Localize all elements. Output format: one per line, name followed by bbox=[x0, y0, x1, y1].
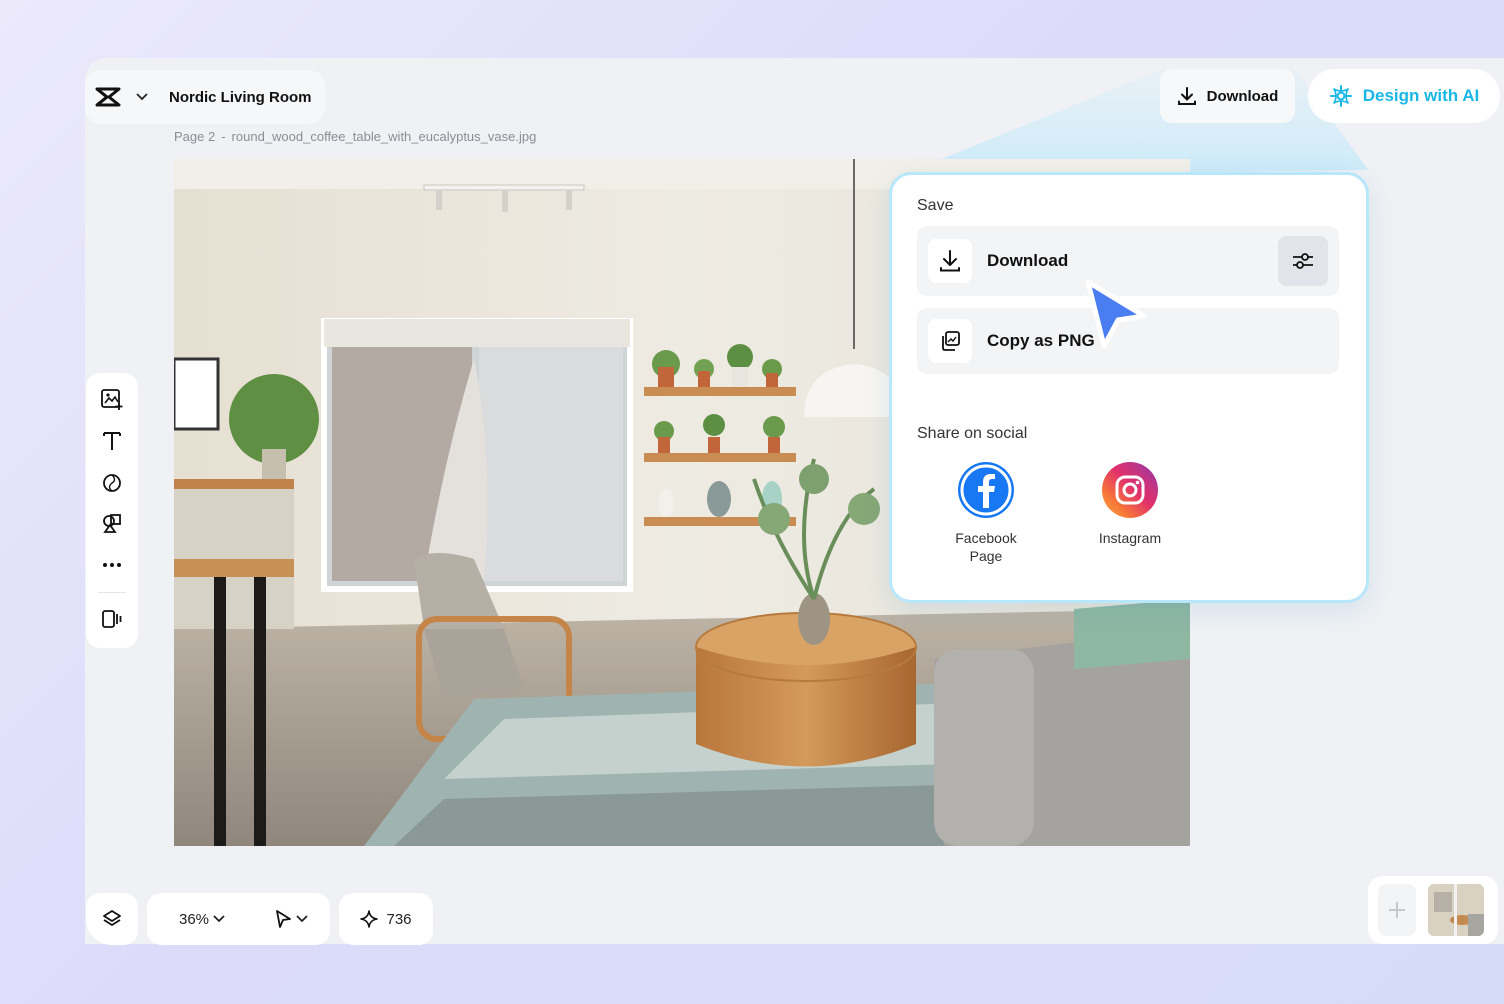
page-separator: - bbox=[221, 129, 226, 144]
pages-panel bbox=[1368, 876, 1498, 944]
document-title[interactable]: Nordic Living Room bbox=[169, 89, 312, 106]
download-button-label: Download bbox=[1206, 87, 1279, 105]
zoom-controls: 36% bbox=[147, 893, 330, 945]
layers-icon bbox=[103, 910, 121, 926]
toolbar-divider bbox=[98, 591, 126, 593]
pointer-tool-dropdown[interactable] bbox=[274, 909, 308, 929]
sliders-icon bbox=[1293, 253, 1313, 269]
page-label: Page 2- round_wood_coffee_table_with_euca… bbox=[174, 129, 536, 144]
document-title-pill[interactable]: Nordic Living Room bbox=[85, 70, 325, 124]
design-with-ai-button[interactable]: Design with AI bbox=[1308, 69, 1500, 123]
download-settings-button[interactable] bbox=[1278, 236, 1328, 286]
ai-sparkle-icon bbox=[1329, 85, 1352, 107]
copy-as-png-label: Copy as PNG bbox=[987, 331, 1095, 350]
page-number: Page 2 bbox=[174, 129, 216, 144]
more-icon[interactable] bbox=[99, 552, 125, 576]
sparkle-icon bbox=[360, 910, 379, 928]
copy-image-icon bbox=[928, 319, 972, 363]
elements-icon[interactable] bbox=[99, 511, 125, 535]
share-popover: Save Download Copy as PNG Share on socia… bbox=[889, 172, 1369, 603]
instagram-icon bbox=[1102, 462, 1158, 518]
add-image-icon[interactable] bbox=[99, 387, 125, 411]
plus-icon bbox=[1389, 902, 1405, 918]
download-option-label: Download bbox=[987, 251, 1069, 270]
page-file-name: round_wood_coffee_table_with_eucalyptus_… bbox=[231, 129, 537, 144]
share-facebook-button[interactable]: Facebook Page bbox=[936, 462, 1036, 565]
chevron-down-icon bbox=[213, 915, 225, 923]
chevron-down-icon bbox=[296, 915, 308, 923]
mouse-cursor-icon bbox=[1085, 279, 1147, 349]
page-thumbnail[interactable] bbox=[1428, 884, 1484, 936]
text-icon[interactable] bbox=[99, 428, 125, 452]
chevron-down-icon[interactable] bbox=[131, 86, 153, 108]
download-icon bbox=[928, 239, 972, 283]
layers-button[interactable] bbox=[86, 893, 138, 945]
credits-count: 736 bbox=[386, 910, 412, 928]
zoom-dropdown[interactable]: 36% bbox=[179, 911, 225, 928]
facebook-label: Facebook Page bbox=[955, 530, 1017, 564]
save-heading: Save bbox=[917, 197, 954, 214]
facebook-icon bbox=[958, 462, 1014, 518]
design-with-ai-label: Design with AI bbox=[1362, 86, 1480, 105]
add-page-button[interactable] bbox=[1378, 884, 1416, 936]
capcut-logo-icon[interactable] bbox=[93, 82, 123, 112]
shapes-icon[interactable] bbox=[99, 470, 125, 494]
download-icon bbox=[1177, 87, 1196, 105]
side-toolbar bbox=[86, 373, 138, 648]
instagram-label: Instagram bbox=[1098, 530, 1162, 546]
credits-badge[interactable]: 736 bbox=[339, 893, 433, 945]
download-button[interactable]: Download bbox=[1160, 69, 1295, 123]
pointer-icon bbox=[276, 910, 291, 928]
share-social-heading: Share on social bbox=[917, 425, 1028, 442]
mobile-preview-icon[interactable] bbox=[99, 607, 125, 631]
share-instagram-button[interactable]: Instagram bbox=[1080, 462, 1180, 547]
zoom-value: 36% bbox=[179, 910, 210, 928]
